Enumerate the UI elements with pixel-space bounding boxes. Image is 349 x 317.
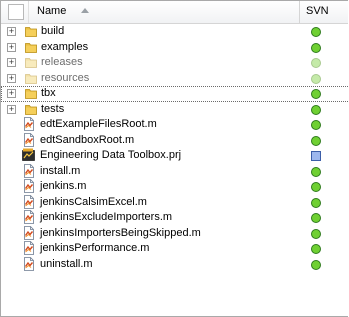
folder-icon: [25, 87, 37, 99]
item-name: tbx: [41, 87, 56, 99]
svn-normal-icon: [311, 166, 321, 177]
item-name: install.m: [40, 164, 81, 177]
svn-normal-icon: [311, 120, 321, 130]
file-row[interactable]: install.m: [1, 163, 348, 180]
folder-row[interactable]: + examples: [1, 40, 348, 56]
file-row[interactable]: edtSandboxRoot.m: [1, 132, 348, 149]
item-name: jenkinsCalsimExcel.m: [40, 195, 147, 208]
expand-plus-icon[interactable]: +: [7, 42, 16, 52]
folder-icon: [25, 72, 37, 84]
folder-row[interactable]: + tbx: [1, 86, 348, 102]
file-list: + build + examples + releases + resources + tbx + t…: [1, 24, 348, 272]
folder-row[interactable]: + build: [1, 24, 348, 40]
item-name: edtSandboxRoot.m: [40, 133, 135, 146]
matlab-file-icon: [22, 194, 36, 209]
file-row[interactable]: jenkinsExcludeImporters.m: [1, 210, 348, 226]
item-name: build: [41, 25, 65, 37]
item-name: uninstall.m: [40, 257, 93, 270]
expand-plus-icon[interactable]: +: [7, 104, 16, 114]
matlab-file-icon: [22, 132, 36, 147]
matlab-file-icon: [22, 210, 36, 224]
file-row[interactable]: jenkinsPerformance.m: [1, 241, 348, 257]
svn-column-header[interactable]: SVN: [306, 5, 329, 17]
project-file-icon: [22, 148, 36, 162]
matlab-file-icon: [22, 225, 36, 240]
folder-row[interactable]: + resources: [1, 71, 348, 87]
svn-normal-icon: [311, 197, 321, 208]
sort-ascending-icon: [81, 8, 89, 13]
item-name: examples: [41, 40, 89, 53]
item-name: jenkinsPerformance.m: [40, 242, 150, 254]
name-column-label: Name: [37, 5, 67, 17]
svn-normal-icon: [311, 104, 321, 115]
item-name: tests: [41, 102, 65, 115]
svn-normal-icon: [311, 244, 321, 254]
item-name: Engineering Data Toolbox.prj: [40, 149, 182, 161]
folder-icon: [25, 25, 37, 37]
select-all-checkbox[interactable]: [8, 4, 24, 20]
file-row[interactable]: Engineering Data Toolbox.prj: [1, 148, 348, 164]
name-column-header[interactable]: Name: [28, 1, 300, 23]
folder-icon: [25, 56, 37, 68]
item-name: edtExampleFilesRoot.m: [40, 118, 157, 130]
matlab-file-icon: [22, 256, 36, 271]
svn-normal-icon: [311, 42, 321, 53]
item-name: jenkinsExcludeImporters.m: [40, 211, 173, 223]
expand-plus-icon[interactable]: +: [7, 58, 16, 67]
svn-normal-icon: [311, 228, 321, 239]
item-name: jenkins.m: [40, 180, 87, 192]
matlab-file-icon: [22, 163, 36, 178]
expand-plus-icon[interactable]: +: [7, 89, 16, 98]
column-header: Name SVN: [1, 1, 348, 24]
svn-normal-icon: [311, 73, 321, 84]
svn-normal-icon: [311, 259, 321, 270]
expand-plus-icon[interactable]: +: [7, 73, 16, 83]
file-row[interactable]: jenkinsImportersBeingSkipped.m: [1, 225, 348, 242]
current-folder-browser: Name SVN + build + examples + releases + resour…: [0, 0, 348, 317]
matlab-file-icon: [22, 241, 36, 255]
folder-icon: [25, 41, 37, 53]
folder-icon: [25, 103, 37, 115]
item-name: jenkinsImportersBeingSkipped.m: [40, 226, 201, 239]
matlab-file-icon: [22, 117, 36, 131]
file-row[interactable]: jenkins.m: [1, 179, 348, 195]
item-name: resources: [41, 71, 90, 84]
svn-normal-icon: [311, 58, 321, 68]
svn-normal-icon: [311, 135, 321, 146]
svn-normal-icon: [311, 182, 321, 192]
file-row[interactable]: jenkinsCalsimExcel.m: [1, 194, 348, 211]
item-name: releases: [41, 56, 83, 68]
svn-modified-icon: [311, 151, 321, 161]
matlab-file-icon: [22, 179, 36, 193]
folder-row[interactable]: + releases: [1, 55, 348, 71]
file-row[interactable]: uninstall.m: [1, 256, 348, 273]
svn-normal-icon: [311, 213, 321, 223]
expand-plus-icon[interactable]: +: [7, 27, 16, 36]
svn-normal-icon: [311, 89, 321, 99]
file-row[interactable]: edtExampleFilesRoot.m: [1, 117, 348, 133]
svn-normal-icon: [311, 27, 321, 37]
folder-row[interactable]: + tests: [1, 102, 348, 118]
